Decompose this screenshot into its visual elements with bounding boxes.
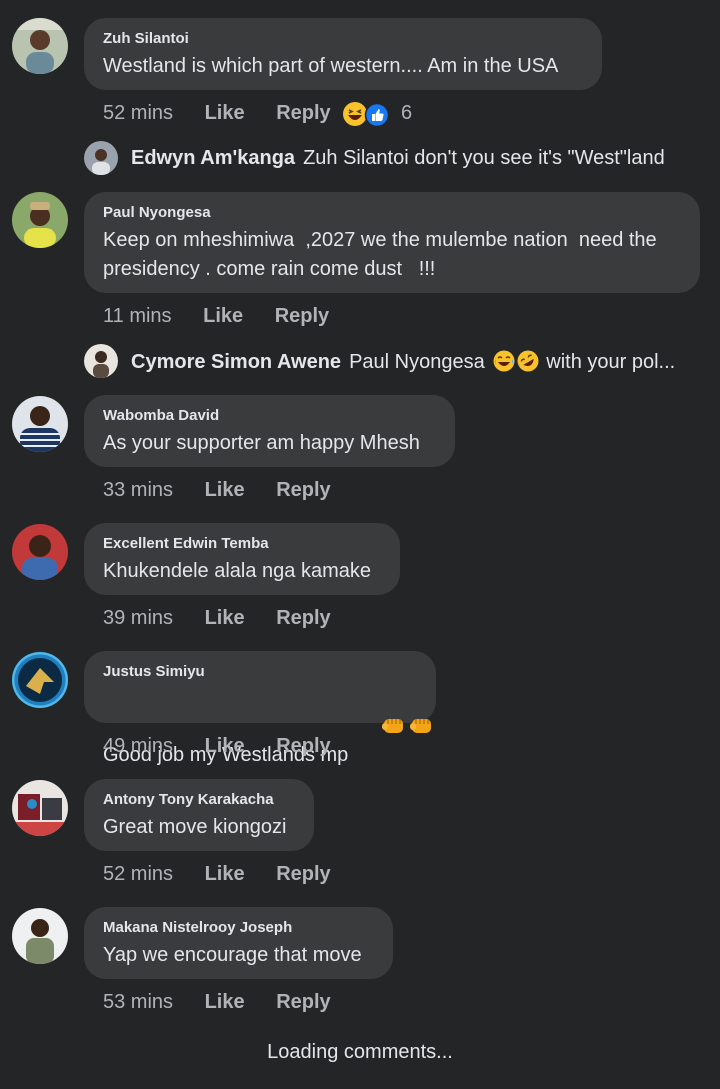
reply-author[interactable]: Cymore Simon Awene [131,351,341,373]
reply-button[interactable]: Reply [276,607,330,629]
reply-text: with your pol... [546,351,676,373]
loading-comments-text: Loading comments... [267,1041,453,1063]
like-button[interactable]: Like [205,479,245,501]
comment-actions: 49 mins Like Reply [103,733,331,759]
comment-bubble: Wabomba David As your supporter am happy… [84,395,455,467]
reaction-summary[interactable] [342,101,392,128]
comment-time[interactable]: 33 mins [103,479,173,501]
reply-button[interactable]: Reply [276,735,330,757]
reply-text: Zuh Silantoi don't you see it's "West"la… [303,147,665,169]
like-button[interactable]: Like [205,735,245,757]
comment-actions: 52 mins Like Reply [103,100,331,126]
reply-button[interactable]: Reply [276,102,330,124]
like-button[interactable]: Like [205,991,245,1013]
like-button[interactable]: Like [205,863,245,885]
like-icon [364,102,390,128]
comment-time[interactable]: 52 mins [103,863,173,885]
like-button[interactable]: Like [203,305,243,327]
avatar[interactable] [12,18,68,74]
comment-author[interactable]: Paul Nyongesa [103,204,680,222]
comment-bubble: Justus Simiyu Good job my Westlands mp [84,651,436,766]
comment-text: Khukendele alala nga kamake [103,560,371,582]
comment-author[interactable]: Antony Tony Karakacha [103,791,294,809]
avatar[interactable] [12,192,68,248]
reply-preview[interactable]: Cymore Simon Awene Paul Nyongesa with you… [131,348,675,376]
comment-author[interactable]: Makana Nistelrooy Joseph [103,919,373,937]
fist-emoji [348,685,403,733]
comment-text: Yap we encourage that move [103,944,362,966]
reply-button[interactable]: Reply [275,305,329,327]
comment-bubble: Zuh Silantoi Westland is which part of w… [84,18,602,90]
avatar[interactable] [84,141,118,175]
comment-time[interactable]: 39 mins [103,607,173,629]
reaction-count[interactable]: 6 [401,100,412,126]
comment-bubble: Excellent Edwin Temba Khukendele alala n… [84,523,400,595]
comment-text: As your supporter am happy Mhesh [103,432,420,454]
comment-actions: 52 mins Like Reply [103,861,331,887]
avatar[interactable] [12,780,68,836]
reply-button[interactable]: Reply [276,863,330,885]
comment-time[interactable]: 53 mins [103,991,173,1013]
comment-author[interactable]: Excellent Edwin Temba [103,535,380,553]
comment-author[interactable]: Justus Simiyu [103,663,416,681]
like-button[interactable]: Like [205,102,245,124]
avatar[interactable] [12,908,68,964]
comment-actions: 53 mins Like Reply [103,989,331,1015]
rofl-emoji [517,350,539,372]
comment-actions: 39 mins Like Reply [103,605,331,631]
reply-author[interactable]: Edwyn Am'kanga [131,147,295,169]
comment-bubble: Makana Nistelrooy Joseph Yap we encourag… [84,907,393,979]
comment-bubble: Antony Tony Karakacha Great move kiongoz… [84,779,314,851]
tears-of-joy-emoji [493,350,515,372]
comment-text: presidency . come rain come dust !!! [103,258,436,280]
comment-actions: 11 mins Like Reply [103,303,329,329]
avatar[interactable] [84,344,118,378]
fist-emoji [376,685,431,733]
avatar[interactable] [12,396,68,452]
comment-time[interactable]: 11 mins [103,305,172,327]
avatar[interactable] [12,652,68,708]
like-button[interactable]: Like [205,607,245,629]
reply-button[interactable]: Reply [276,991,330,1013]
comment-time[interactable]: 52 mins [103,102,173,124]
comment-actions: 33 mins Like Reply [103,477,331,503]
comment-text: Keep on mheshimiwa ,2027 we the mulembe … [103,229,657,251]
comment-time[interactable]: 49 mins [103,735,173,757]
reply-text: Paul Nyongesa [349,351,485,373]
avatar[interactable] [12,524,68,580]
comment-text: Great move kiongozi [103,816,287,838]
comment-author[interactable]: Zuh Silantoi [103,30,582,48]
comment-author[interactable]: Wabomba David [103,407,435,425]
comment-text: Westland is which part of western.... Am… [103,55,559,77]
reply-button[interactable]: Reply [276,479,330,501]
reply-preview[interactable]: Edwyn Am'kanga Zuh Silantoi don't you see… [131,144,665,172]
comment-bubble: Paul Nyongesa Keep on mheshimiwa ,2027 w… [84,192,700,293]
